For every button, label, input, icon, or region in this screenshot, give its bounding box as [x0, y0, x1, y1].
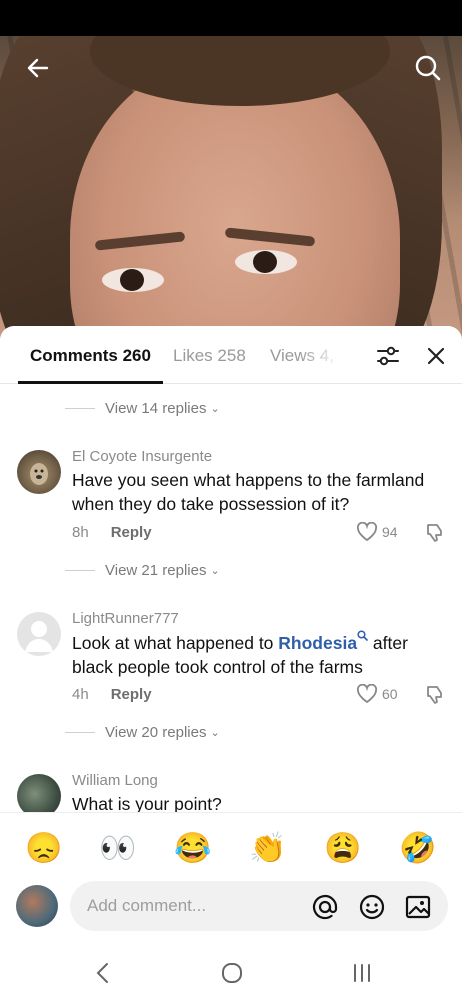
- comment-time: 4h: [72, 686, 89, 703]
- screen: Comments 260 Likes 258 Views 4, View 14 …: [0, 0, 462, 1000]
- view-replies-label: View 20 replies: [105, 723, 207, 741]
- reply-button[interactable]: Reply: [111, 524, 152, 541]
- comment-input-row: Add comment...: [0, 874, 462, 938]
- replies-divider: [65, 731, 95, 733]
- chevron-down-icon: ⌄: [210, 726, 220, 739]
- comments-list[interactable]: View 14 replies ⌄ El Coyote Insurgente H…: [0, 386, 462, 812]
- emoji-quick-bar: 😞 👀 😂 👏 😩 🤣: [0, 812, 462, 878]
- comment-text: What is your point?: [72, 794, 222, 812]
- dislike-icon[interactable]: [424, 522, 446, 549]
- emoji-weary[interactable]: 😩: [323, 829, 363, 869]
- video-player[interactable]: [0, 36, 462, 346]
- comment-input[interactable]: Add comment...: [70, 881, 448, 931]
- search-icon[interactable]: [410, 50, 446, 86]
- comment-username[interactable]: William Long: [72, 772, 158, 789]
- heart-icon: [356, 522, 378, 542]
- hashtag-search-link[interactable]: Rhodesia: [278, 633, 357, 653]
- avatar[interactable]: [17, 450, 61, 494]
- like-button[interactable]: 94: [356, 522, 398, 542]
- back-arrow-icon[interactable]: [20, 50, 56, 86]
- mention-icon[interactable]: [310, 892, 340, 922]
- emoji-picker-icon[interactable]: [357, 892, 387, 922]
- search-small-icon: [357, 630, 368, 641]
- tab-comments[interactable]: Comments 260: [30, 346, 151, 366]
- default-avatar-icon[interactable]: [17, 612, 61, 656]
- tab-bar: Comments 260 Likes 258 Views 4,: [0, 326, 462, 384]
- tab-overflow-fade: [300, 336, 360, 376]
- right-eye: [235, 250, 297, 274]
- comment-meta: 8h Reply: [72, 524, 152, 541]
- view-replies-button[interactable]: View 21 replies ⌄: [65, 558, 220, 582]
- chevron-down-icon: ⌄: [210, 564, 220, 577]
- heart-icon: [356, 684, 378, 704]
- back-nav-icon[interactable]: [88, 958, 118, 988]
- like-count: 94: [382, 524, 398, 540]
- like-button[interactable]: 60: [356, 684, 398, 704]
- like-count: 60: [382, 686, 398, 702]
- comment-text: Look at what happened to Rhodesia after …: [72, 630, 452, 679]
- my-avatar: [16, 885, 58, 927]
- left-eye: [102, 268, 164, 292]
- comment-username[interactable]: El Coyote Insurgente: [72, 448, 212, 465]
- tab-likes[interactable]: Likes 258: [173, 346, 246, 366]
- system-nav-bar: [0, 946, 462, 1000]
- emoji-joy[interactable]: 😂: [173, 829, 213, 869]
- comment-text: Have you seen what happens to the farmla…: [72, 470, 425, 514]
- emoji-eyes[interactable]: 👀: [98, 829, 138, 869]
- emoji-clap[interactable]: 👏: [248, 829, 288, 869]
- comments-sheet: Comments 260 Likes 258 Views 4, View 14 …: [0, 326, 462, 1000]
- comment-time: 8h: [72, 524, 89, 541]
- replies-divider: [65, 569, 95, 571]
- comment-username[interactable]: LightRunner777: [72, 610, 179, 627]
- chevron-down-icon: ⌄: [210, 402, 220, 415]
- emoji-disappointed[interactable]: 😞: [24, 829, 64, 869]
- comment-text-start: Look at what happened to: [72, 633, 279, 653]
- active-tab-indicator: [18, 381, 163, 384]
- dislike-icon[interactable]: [424, 684, 446, 711]
- reply-button[interactable]: Reply: [111, 686, 152, 703]
- emoji-rofl[interactable]: 🤣: [398, 829, 438, 869]
- close-icon[interactable]: [422, 342, 450, 370]
- image-icon[interactable]: [403, 892, 433, 922]
- avatar[interactable]: [17, 774, 61, 812]
- comment-input-placeholder: Add comment...: [87, 896, 207, 915]
- comment-meta: 4h Reply: [72, 686, 152, 703]
- view-replies-label: View 21 replies: [105, 561, 207, 579]
- filter-icon[interactable]: [374, 342, 402, 370]
- view-replies-button[interactable]: View 20 replies ⌄: [65, 720, 220, 744]
- view-replies-label: View 14 replies: [105, 399, 207, 417]
- replies-divider: [65, 407, 95, 409]
- home-nav-icon[interactable]: [217, 958, 247, 988]
- recents-nav-icon[interactable]: [347, 958, 377, 988]
- status-bar: [0, 0, 462, 36]
- view-replies-button[interactable]: View 14 replies ⌄: [65, 396, 220, 420]
